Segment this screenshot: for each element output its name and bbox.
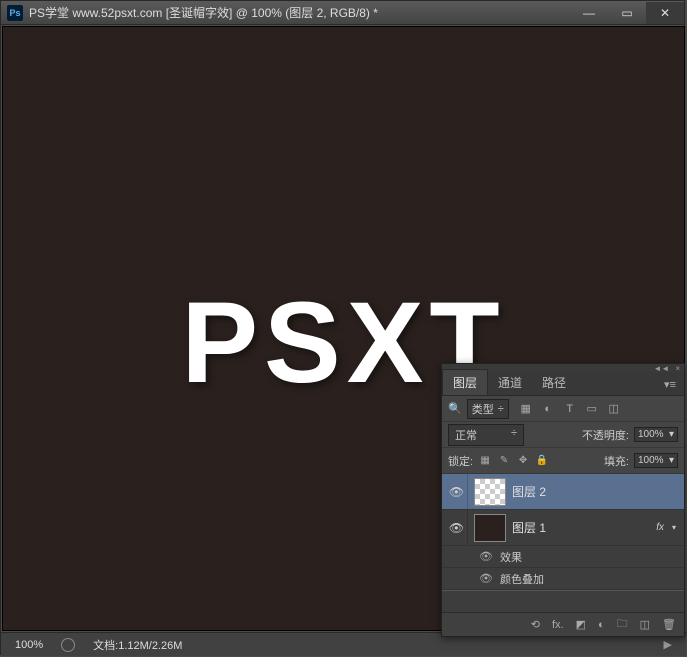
filter-shape-icon[interactable]: ▭ xyxy=(584,401,600,417)
visibility-toggle-icon[interactable]: 👁 xyxy=(476,572,496,585)
app-icon: Ps xyxy=(7,5,23,21)
adjustment-layer-icon[interactable]: ◐ xyxy=(598,619,605,631)
layer-row[interactable]: 👁 图层 2 xyxy=(442,474,684,510)
lock-position-icon[interactable]: ✥ xyxy=(516,454,530,468)
filter-adjust-icon[interactable]: ◐ xyxy=(540,401,556,417)
layer-group-icon[interactable]: 🗀 xyxy=(617,615,628,634)
effect-color-overlay: 颜色叠加 xyxy=(500,571,544,587)
panel-menu-icon[interactable]: ▾≡ xyxy=(656,374,684,395)
layer-fx-badge[interactable]: fx xyxy=(656,522,668,533)
tab-channels[interactable]: 通道 xyxy=(488,370,532,395)
filter-text-icon[interactable]: T xyxy=(562,401,578,417)
layers-spacer xyxy=(442,590,684,612)
layer-name[interactable]: 图层 2 xyxy=(512,483,546,500)
layer-thumbnail[interactable] xyxy=(474,478,506,506)
document-info: 文档:1.12M/2.26M xyxy=(93,637,182,653)
minimize-button[interactable]: — xyxy=(570,2,608,24)
layer-row[interactable]: 👁 图层 1 fx ▾ xyxy=(442,510,684,546)
lock-pixels-icon[interactable]: ✎ xyxy=(497,454,511,468)
collapse-arrows-icon[interactable]: ◄◄ xyxy=(653,364,669,373)
delete-layer-icon[interactable]: 🗑 xyxy=(662,618,676,631)
layer-name[interactable]: 图层 1 xyxy=(512,519,546,536)
visibility-toggle-icon[interactable]: 👁 xyxy=(446,474,468,509)
layer-effects-row[interactable]: 👁 效果 xyxy=(442,546,684,568)
filter-row: 🔍 类型÷ ▦ ◐ T ▭ ◫ xyxy=(442,396,684,422)
status-arrow-icon[interactable]: ▶ xyxy=(664,638,672,651)
filter-image-icon[interactable]: ▦ xyxy=(518,401,534,417)
opacity-input[interactable]: 100%▾ xyxy=(634,427,678,442)
blend-row: 正常÷ 不透明度: 100%▾ xyxy=(442,422,684,448)
panel-tabs: 图层 通道 路径 ▾≡ xyxy=(442,372,684,396)
blend-mode-select[interactable]: 正常÷ xyxy=(448,424,524,446)
effects-label: 效果 xyxy=(500,549,522,565)
tab-layers[interactable]: 图层 xyxy=(442,369,488,395)
opacity-label: 不透明度: xyxy=(582,427,629,443)
visibility-toggle-icon[interactable]: 👁 xyxy=(446,510,468,545)
status-indicator-icon xyxy=(61,638,75,652)
panel-footer: ⟲ fx. ◩ ◐ 🗀 ◫ 🗑 xyxy=(442,612,684,636)
lock-transparent-icon[interactable]: ▦ xyxy=(478,454,492,468)
filter-smart-icon[interactable]: ◫ xyxy=(606,401,622,417)
layer-thumbnail[interactable] xyxy=(474,514,506,542)
window-title: PS学堂 www.52psxt.com [圣诞帽字效] @ 100% (图层 2… xyxy=(29,4,570,21)
layer-style-icon[interactable]: fx. xyxy=(552,619,564,631)
layer-mask-icon[interactable]: ◩ xyxy=(576,618,586,631)
fill-input[interactable]: 100%▾ xyxy=(634,453,678,468)
new-layer-icon[interactable]: ◫ xyxy=(640,618,650,631)
layers-panel: ◄◄ × 图层 通道 路径 ▾≡ 🔍 类型÷ ▦ ◐ T ▭ ◫ 正常÷ 不透明… xyxy=(441,363,685,637)
zoom-level[interactable]: 100% xyxy=(15,639,43,651)
tab-paths[interactable]: 路径 xyxy=(532,370,576,395)
lock-label: 锁定: xyxy=(448,453,473,469)
layers-list: 👁 图层 2 👁 图层 1 fx ▾ 👁 效果 👁 颜色叠加 xyxy=(442,474,684,612)
filter-type-select[interactable]: 类型÷ xyxy=(467,399,509,419)
panel-close-icon[interactable]: × xyxy=(675,364,680,373)
link-layers-icon[interactable]: ⟲ xyxy=(531,618,540,631)
lock-all-icon[interactable]: 🔒 xyxy=(535,454,549,468)
close-button[interactable]: ✕ xyxy=(646,2,684,24)
visibility-toggle-icon[interactable]: 👁 xyxy=(476,550,496,563)
layer-effect-item[interactable]: 👁 颜色叠加 xyxy=(442,568,684,590)
titlebar: Ps PS学堂 www.52psxt.com [圣诞帽字效] @ 100% (图… xyxy=(1,1,684,25)
search-icon[interactable]: 🔍 xyxy=(448,402,462,415)
maximize-button[interactable]: ▭ xyxy=(608,2,646,24)
lock-row: 锁定: ▦ ✎ ✥ 🔒 填充: 100%▾ xyxy=(442,448,684,474)
fill-label: 填充: xyxy=(604,453,629,469)
collapse-effects-icon[interactable]: ▾ xyxy=(668,523,680,532)
